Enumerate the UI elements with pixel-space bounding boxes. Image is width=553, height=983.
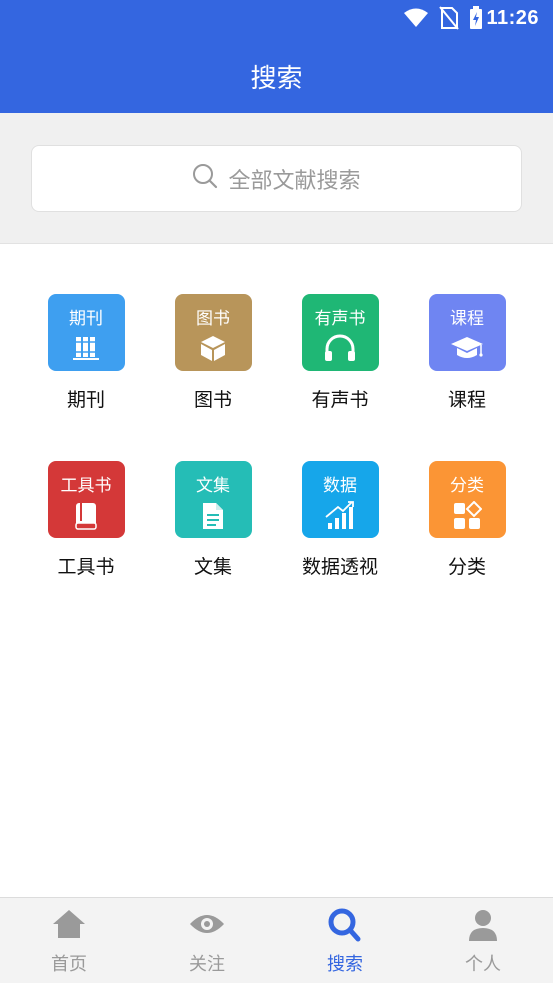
tab-label: 个人 (465, 954, 501, 975)
document-icon (175, 501, 252, 531)
tile-journal[interactable]: 期刊 期刊 (36, 294, 136, 412)
chart-icon (302, 501, 379, 531)
tile-book[interactable]: 图书 图书 (163, 294, 263, 412)
tile-label: 分类 (447, 556, 486, 578)
tab-search[interactable]: 搜索 (276, 898, 414, 983)
page-title: 搜索 (250, 64, 303, 94)
tile-course-icon: 课程 (428, 294, 506, 371)
tile-label: 期刊 (66, 389, 105, 411)
tile-category-icon: 分类 (428, 461, 506, 538)
book-icon (48, 501, 125, 531)
header-bar: 11:26 搜索 (0, 0, 553, 113)
tile-icon-text: 数据 (323, 476, 357, 496)
headphones-icon (302, 334, 379, 362)
tile-course[interactable]: 课程 课程 (417, 294, 517, 412)
tab-profile[interactable]: 个人 (414, 898, 552, 983)
tab-label: 首页 (51, 954, 87, 975)
tile-label: 课程 (447, 389, 486, 411)
tile-icon-text: 图书 (196, 309, 230, 329)
bottom-tab-bar: 首页 关注 搜索 个人 (0, 897, 553, 983)
tile-journal-icon: 期刊 (47, 294, 125, 371)
tile-icon-text: 课程 (450, 309, 484, 329)
search-placeholder: 全部文献搜索 (228, 168, 361, 194)
person-icon (414, 908, 552, 942)
tile-book-icon: 图书 (174, 294, 252, 371)
tile-icon-text: 文集 (196, 476, 230, 496)
tile-label: 文集 (193, 556, 232, 578)
tab-label: 关注 (189, 954, 225, 975)
eye-icon (138, 908, 276, 940)
tile-data-insight[interactable]: 数据 数据透视 (290, 461, 390, 579)
tile-label: 工具书 (57, 556, 115, 578)
tile-data-insight-icon: 数据 (301, 461, 379, 538)
tile-label: 有声书 (311, 389, 369, 411)
tile-audiobook-icon: 有声书 (301, 294, 379, 371)
tab-follow[interactable]: 关注 (138, 898, 276, 983)
tab-label: 搜索 (327, 954, 363, 975)
tile-label: 数据透视 (301, 556, 378, 578)
books-icon (48, 334, 125, 362)
search-area: 全部文献搜索 (0, 113, 553, 244)
tile-collection[interactable]: 文集 文集 (163, 461, 263, 579)
no-sim-icon (439, 6, 459, 34)
box-icon (175, 334, 252, 362)
search-icon (192, 163, 218, 195)
home-icon (0, 908, 138, 940)
tile-icon-text: 分类 (450, 476, 484, 496)
search-input[interactable]: 全部文献搜索 (31, 145, 522, 212)
wifi-icon (403, 7, 429, 33)
graduation-cap-icon (429, 334, 506, 362)
tile-collection-icon: 文集 (174, 461, 252, 538)
battery-charging-icon (469, 6, 483, 34)
tile-reference[interactable]: 工具书 工具书 (36, 461, 136, 579)
status-icons (403, 6, 483, 34)
tile-label: 图书 (193, 389, 232, 411)
status-time: 11:26 (486, 7, 539, 29)
category-icon (429, 501, 506, 531)
tile-category[interactable]: 分类 分类 (417, 461, 517, 579)
tile-icon-text: 有声书 (314, 309, 366, 329)
tile-reference-icon: 工具书 (47, 461, 125, 538)
tab-home[interactable]: 首页 (0, 898, 138, 983)
tile-icon-text: 工具书 (60, 476, 112, 496)
search-icon (276, 908, 414, 942)
tile-icon-text: 期刊 (69, 309, 103, 329)
tile-audiobook[interactable]: 有声书 有声书 (290, 294, 390, 412)
